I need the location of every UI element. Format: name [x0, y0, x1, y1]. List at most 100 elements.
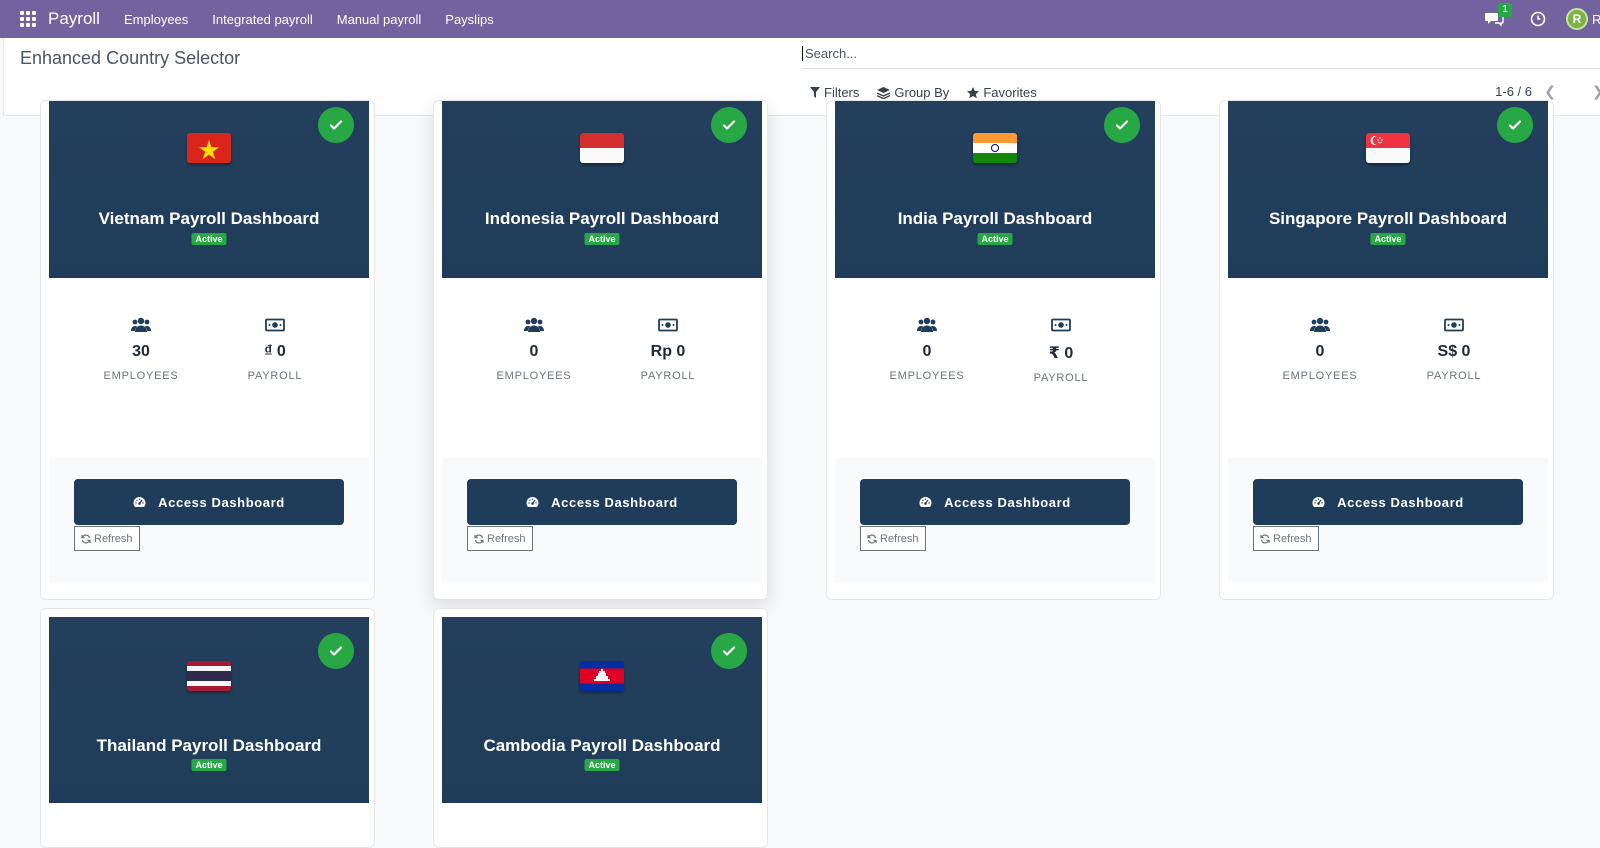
employees-count: 0: [529, 343, 539, 360]
card-title: Singapore Payroll Dashboard: [1268, 209, 1508, 228]
card-title: Vietnam Payroll Dashboard: [98, 209, 320, 228]
payroll-label: PAYROLL: [1033, 372, 1089, 384]
search-options: Filters Group By Favorites: [810, 85, 1055, 100]
filters-button[interactable]: Filters: [810, 85, 859, 100]
payroll-label: PAYROLL: [1426, 370, 1482, 382]
status-badge: Active: [977, 233, 1013, 245]
employees-stat: 30 EMPLOYEES: [81, 317, 201, 382]
refresh-button[interactable]: Refresh: [467, 526, 533, 551]
employees-count: 0: [922, 343, 932, 360]
nav-item-integrated-payroll[interactable]: Integrated payroll: [212, 12, 312, 27]
employees-stat: 0 EMPLOYEES: [867, 317, 987, 382]
chat-icon[interactable]: 1: [1484, 3, 1512, 27]
filters-label: Filters: [824, 85, 860, 100]
payroll-amount: ₫ 0: [264, 343, 286, 360]
check-icon: [318, 633, 354, 669]
payroll-stat: ₫ 0 PAYROLL: [215, 317, 335, 382]
chat-count-badge: 1: [1498, 3, 1512, 17]
refresh-button[interactable]: Refresh: [74, 526, 140, 551]
payroll-label: PAYROLL: [640, 370, 696, 382]
refresh-label: Refresh: [94, 532, 133, 545]
refresh-label: Refresh: [1273, 532, 1312, 545]
nav-item-payslips[interactable]: Payslips: [445, 12, 493, 27]
clock-icon[interactable]: [1530, 11, 1546, 27]
employees-label: EMPLOYEES: [889, 370, 965, 382]
star-icon: [967, 86, 980, 98]
card-title: India Payroll Dashboard: [897, 209, 1093, 228]
dashboard-card[interactable]: Vietnam Payroll Dashboard Active 30 EMPLOYE…: [40, 100, 375, 600]
access-dashboard-label: Access Dashboard: [551, 494, 678, 510]
dashboard-icon: [919, 497, 932, 507]
search-input[interactable]: [802, 45, 1600, 61]
card-title: Thailand Payroll Dashboard: [96, 736, 322, 755]
nav-item-employees[interactable]: Employees: [124, 12, 188, 27]
dashboard-card[interactable]: Singapore Payroll Dashboard Active 0 EMPLOY…: [1219, 100, 1554, 600]
refresh-label: Refresh: [880, 532, 919, 545]
refresh-icon: [474, 534, 484, 543]
breadcrumb: Enhanced Country Selector: [20, 48, 241, 68]
card-header: Cambodia Payroll Dashboard Active: [442, 617, 762, 803]
users-icon: [917, 317, 937, 333]
layers-icon: [877, 86, 891, 99]
refresh-button[interactable]: Refresh: [1253, 526, 1319, 551]
payroll-stat: Rp 0 PAYROLL: [608, 317, 728, 382]
favorites-button[interactable]: Favorites: [967, 85, 1037, 100]
payroll-amount: ₹ 0: [1048, 345, 1074, 362]
refresh-label: Refresh: [487, 532, 526, 545]
access-dashboard-button[interactable]: Access Dashboard: [860, 479, 1130, 525]
users-icon: [1310, 317, 1330, 333]
user-name[interactable]: R: [1592, 12, 1600, 27]
dashboard-card[interactable]: Cambodia Payroll Dashboard Active: [433, 608, 768, 848]
dashboard-card[interactable]: India Payroll Dashboard Active 0 EMPLOYEES ₹…: [826, 100, 1161, 600]
access-dashboard-button[interactable]: Access Dashboard: [467, 479, 737, 525]
apps-menu-icon[interactable]: [20, 11, 36, 27]
access-dashboard-label: Access Dashboard: [944, 494, 1071, 510]
dashboard-card[interactable]: Thailand Payroll Dashboard Active: [40, 608, 375, 848]
access-dashboard-label: Access Dashboard: [158, 494, 285, 510]
nav-item-manual-payroll[interactable]: Manual payroll: [337, 12, 422, 27]
status-badge: Active: [584, 233, 620, 245]
group-by-button[interactable]: Group By: [877, 85, 949, 100]
vietnam-flag-icon: [187, 133, 231, 163]
status-badge: Active: [191, 233, 227, 245]
dashboard-icon: [133, 497, 146, 507]
money-icon: [265, 317, 285, 333]
refresh-icon: [1260, 534, 1270, 543]
money-icon: [1444, 317, 1464, 333]
employees-count: 30: [132, 343, 150, 360]
dashboard-icon: [526, 497, 539, 507]
payroll-amount: Rp 0: [650, 343, 686, 360]
status-badge: Active: [584, 759, 620, 771]
refresh-button[interactable]: Refresh: [860, 526, 926, 551]
avatar[interactable]: R: [1566, 8, 1588, 30]
access-dashboard-button[interactable]: Access Dashboard: [1253, 479, 1523, 525]
check-icon: [318, 107, 354, 143]
india-flag-icon: [973, 133, 1017, 163]
search-bar: [802, 38, 1600, 69]
users-icon: [524, 317, 544, 333]
employees-stat: 0 EMPLOYEES: [474, 317, 594, 382]
card-title: Cambodia Payroll Dashboard: [483, 736, 721, 755]
pager-value[interactable]: 1-6 / 6: [1495, 84, 1532, 99]
status-badge: Active: [191, 759, 227, 771]
employees-stat: 0 EMPLOYEES: [1260, 317, 1380, 382]
dashboard-card[interactable]: Indonesia Payroll Dashboard Active 0 EMPLOY…: [433, 100, 768, 600]
card-header: Indonesia Payroll Dashboard Active: [442, 101, 762, 278]
employees-label: EMPLOYEES: [496, 370, 572, 382]
payroll-stat: S$ 0 PAYROLL: [1394, 317, 1514, 382]
access-dashboard-button[interactable]: Access Dashboard: [74, 479, 344, 525]
money-icon: [658, 317, 678, 333]
pager-previous-icon[interactable]: ❮: [1544, 83, 1556, 100]
card-title: Indonesia Payroll Dashboard: [484, 209, 720, 228]
check-icon: [1104, 107, 1140, 143]
check-icon: [711, 107, 747, 143]
refresh-icon: [81, 534, 91, 543]
card-header: Thailand Payroll Dashboard Active: [49, 617, 369, 803]
top-navbar: Payroll Employees Integrated payroll Man…: [0, 0, 1600, 38]
card-header: Singapore Payroll Dashboard Active: [1228, 101, 1548, 278]
pager-next-icon[interactable]: ❯: [1592, 83, 1600, 100]
payroll-amount: S$ 0: [1437, 343, 1471, 360]
users-icon: [131, 317, 151, 333]
app-name[interactable]: Payroll: [48, 9, 100, 29]
employees-label: EMPLOYEES: [1282, 370, 1358, 382]
